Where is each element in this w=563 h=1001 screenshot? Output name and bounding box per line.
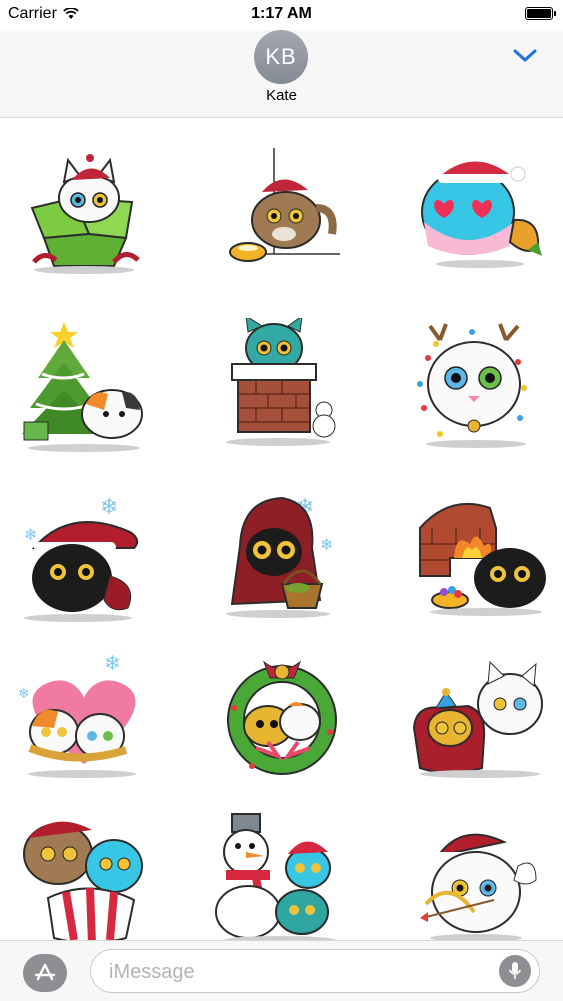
status-bar: Carrier 1:17 AM <box>0 0 563 30</box>
conversation-header: KB Kate <box>0 30 563 118</box>
sticker-cats-candy-sack[interactable] <box>14 808 154 948</box>
svg-text:❄: ❄ <box>104 651 121 675</box>
svg-text:❄: ❄ <box>100 495 118 520</box>
svg-text:❄: ❄ <box>320 535 333 554</box>
sticker-cat-heart-eyes[interactable] <box>410 138 550 278</box>
sticker-cat-lights-antlers[interactable] <box>410 318 550 458</box>
microphone-icon <box>508 962 522 979</box>
battery-icon <box>525 7 556 20</box>
sticker-cat-christmas-tree[interactable] <box>14 318 154 458</box>
sticker-cat-wreath[interactable] <box>212 648 352 788</box>
contact-name[interactable]: Kate <box>0 87 563 104</box>
sticker-cat-cupid[interactable] <box>410 808 550 948</box>
svg-text:❄: ❄ <box>24 525 37 544</box>
sticker-cat-chimney[interactable] <box>212 318 352 458</box>
clock: 1:17 AM <box>251 5 312 22</box>
chevron-down-icon[interactable] <box>513 48 537 64</box>
sticker-black-cat-red-hood[interactable]: ❄ ❄ <box>212 488 352 628</box>
microphone-button[interactable] <box>499 955 531 987</box>
sticker-cats-sleeping-bag[interactable] <box>410 648 550 788</box>
sticker-cats-heart-scarf[interactable]: ❄ ❄ <box>14 648 154 788</box>
message-input[interactable]: iMessage <box>90 949 540 993</box>
sticker-grid: ❄ ❄ ❄ ❄ ❄ ❄ <box>0 118 563 947</box>
sticker-black-cat-fireplace[interactable] <box>410 488 550 628</box>
app-store-icon <box>34 963 56 981</box>
sticker-black-cat-santa-hat[interactable]: ❄ ❄ <box>14 488 154 628</box>
avatar[interactable]: KB <box>254 30 308 84</box>
svg-text:❄: ❄ <box>18 686 30 702</box>
compose-bar: iMessage <box>0 940 563 1001</box>
sticker-cat-with-food-bowl[interactable] <box>212 138 352 278</box>
sticker-cats-snowman[interactable] <box>212 808 352 948</box>
sticker-cat-in-gift-box[interactable] <box>14 138 154 278</box>
app-store-button[interactable] <box>23 954 67 992</box>
message-input-placeholder: iMessage <box>109 961 195 983</box>
